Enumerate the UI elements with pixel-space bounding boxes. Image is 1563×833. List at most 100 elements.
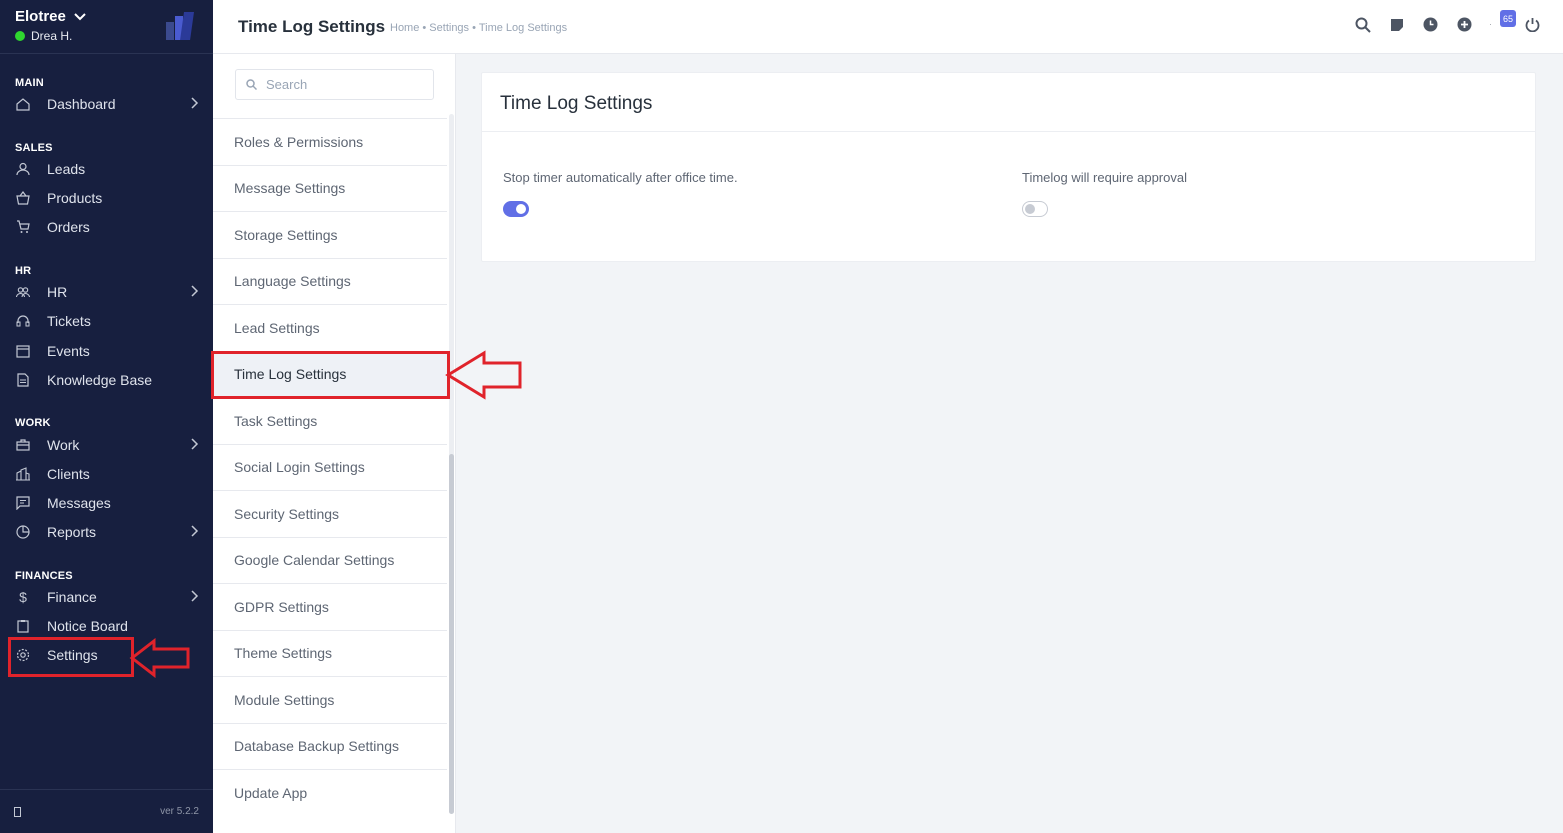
sidebar-item-orders[interactable]: Orders <box>0 214 213 240</box>
settings-item-update-app[interactable]: Update App <box>213 770 447 817</box>
sidebar-item-finance[interactable]: $ Finance <box>0 584 213 610</box>
settings-item-roles-permissions[interactable]: Roles & Permissions <box>213 119 447 166</box>
logo-icon <box>166 12 194 40</box>
settings-item-storage-settings[interactable]: Storage Settings <box>213 212 447 259</box>
sidebar-item-knowledge-base[interactable]: Knowledge Base <box>0 367 213 393</box>
sidebar-item-label: Finance <box>47 589 97 605</box>
settings-item-social-login-settings[interactable]: Social Login Settings <box>213 445 447 491</box>
sidebar-item-clients[interactable]: Clients <box>0 461 213 487</box>
chevron-right-icon <box>191 590 199 602</box>
sidebar-item-label: Notice Board <box>47 618 128 634</box>
sidebar-item-label: Knowledge Base <box>47 372 153 388</box>
submenu-scrollbar[interactable] <box>449 114 454 814</box>
sidebar-item-label: Dashboard <box>47 96 116 112</box>
sidebar-item-label: Orders <box>47 219 90 235</box>
annotation-highlight-time-log <box>211 351 450 399</box>
settings-item-google-calendar-settings[interactable]: Google Calendar Settings <box>213 538 447 584</box>
settings-menu-list: Roles & Permissions Message Settings Sto… <box>213 118 447 817</box>
calendar-icon <box>15 343 31 359</box>
app-version: ver 5.2.2 <box>160 806 199 817</box>
page-title: Time Log Settings <box>238 17 386 36</box>
nav-section-finances: FINANCES <box>15 570 73 582</box>
chevron-right-icon <box>191 285 199 297</box>
settings-item-language-settings[interactable]: Language Settings <box>213 259 447 305</box>
sidebar-item-label: Messages <box>47 495 111 511</box>
settings-submenu: Roles & Permissions Message Settings Sto… <box>213 54 456 833</box>
chevron-right-icon <box>191 97 199 109</box>
chevron-right-icon <box>191 525 199 537</box>
basket-icon <box>15 190 31 206</box>
sidebar-item-products[interactable]: Products <box>0 185 213 211</box>
headset-icon <box>15 313 31 329</box>
company-name: Elotree <box>15 8 66 25</box>
settings-item-lead-settings[interactable]: Lead Settings <box>213 305 447 352</box>
power-icon[interactable] <box>1524 16 1541 33</box>
card-title: Time Log Settings <box>482 73 1535 132</box>
briefcase-icon <box>15 437 31 453</box>
search-icon[interactable] <box>1354 16 1371 33</box>
dollar-icon: $ <box>19 589 27 605</box>
sidebar-item-dashboard[interactable]: Dashboard <box>0 91 213 117</box>
time-log-settings-card: Time Log Settings Stop timer automatical… <box>481 72 1536 262</box>
sidebar-item-work[interactable]: Work <box>0 432 213 458</box>
settings-search-input[interactable] <box>266 77 426 92</box>
sidebar-item-label: Products <box>47 190 103 206</box>
breadcrumb: Home • Settings • Time Log Settings <box>390 22 568 34</box>
nav-section-sales: SALES <box>15 142 53 154</box>
sidebar-item-events[interactable]: Events <box>0 338 213 364</box>
cart-icon <box>15 219 31 235</box>
nav-section-hr: HR <box>15 265 32 277</box>
sidebar-item-notice-board[interactable]: Notice Board <box>0 613 213 639</box>
user-icon <box>15 161 31 177</box>
clipboard-icon <box>15 618 31 634</box>
settings-item-message-settings[interactable]: Message Settings <box>213 166 447 212</box>
sidebar-item-hr[interactable]: HR <box>0 279 213 305</box>
home-icon <box>15 96 31 112</box>
search-icon <box>246 79 257 90</box>
timelog-approval-toggle[interactable] <box>1022 201 1048 217</box>
pie-chart-icon <box>15 524 31 540</box>
sidebar-item-label: Work <box>47 437 80 453</box>
stop-timer-setting-label: Stop timer automatically after office ti… <box>503 170 738 185</box>
sidebar-item-tickets[interactable]: Tickets <box>0 308 213 334</box>
sidebar: Elotree Drea H. MAIN Dashboard SALES Lea… <box>0 0 213 833</box>
sidebar-item-label: Clients <box>47 466 90 482</box>
user-name: Drea H. <box>31 29 73 43</box>
timelog-approval-setting-label: Timelog will require approval <box>1022 170 1187 185</box>
sidebar-item-reports[interactable]: Reports <box>0 519 213 545</box>
sidebar-item-label: Tickets <box>47 313 91 329</box>
settings-item-database-backup-settings[interactable]: Database Backup Settings <box>213 724 447 770</box>
online-status-icon <box>15 31 25 41</box>
chevron-right-icon <box>191 438 199 450</box>
people-icon <box>15 284 31 300</box>
brand-header: Elotree Drea H. <box>0 0 213 54</box>
settings-item-theme-settings[interactable]: Theme Settings <box>213 631 447 677</box>
sidebar-item-label: HR <box>47 284 68 300</box>
sidebar-item-messages[interactable]: Messages <box>0 490 213 516</box>
nav-section-main: MAIN <box>15 77 44 89</box>
sidebar-item-leads[interactable]: Leads <box>0 156 213 182</box>
clock-icon[interactable] <box>1422 16 1439 33</box>
sidebar-item-label: Events <box>47 343 90 359</box>
sticky-note-icon[interactable] <box>1388 16 1405 33</box>
settings-item-security-settings[interactable]: Security Settings <box>213 491 447 538</box>
header-actions: 65 <box>1354 10 1541 33</box>
building-icon <box>15 466 31 482</box>
sidebar-item-label: Leads <box>47 161 86 177</box>
document-icon <box>15 372 31 388</box>
message-icon <box>15 495 31 511</box>
notification-bell-icon[interactable]: 65 <box>1490 10 1516 33</box>
top-header: Time Log Settings Home • Settings • Time… <box>213 0 1563 54</box>
sidebar-footer: ver 5.2.2 <box>0 789 213 833</box>
settings-item-gdpr-settings[interactable]: GDPR Settings <box>213 584 447 631</box>
submenu-scroll-thumb[interactable] <box>449 454 454 814</box>
add-circle-icon[interactable] <box>1456 16 1473 33</box>
settings-item-task-settings[interactable]: Task Settings <box>213 398 447 445</box>
settings-item-module-settings[interactable]: Module Settings <box>213 677 447 724</box>
app-logo <box>166 12 196 45</box>
annotation-highlight-settings <box>8 637 134 677</box>
notification-badge: 65 <box>1499 10 1516 27</box>
collapse-sidebar-icon[interactable] <box>14 806 21 817</box>
stop-timer-toggle[interactable] <box>503 201 529 217</box>
settings-search[interactable] <box>235 69 434 100</box>
